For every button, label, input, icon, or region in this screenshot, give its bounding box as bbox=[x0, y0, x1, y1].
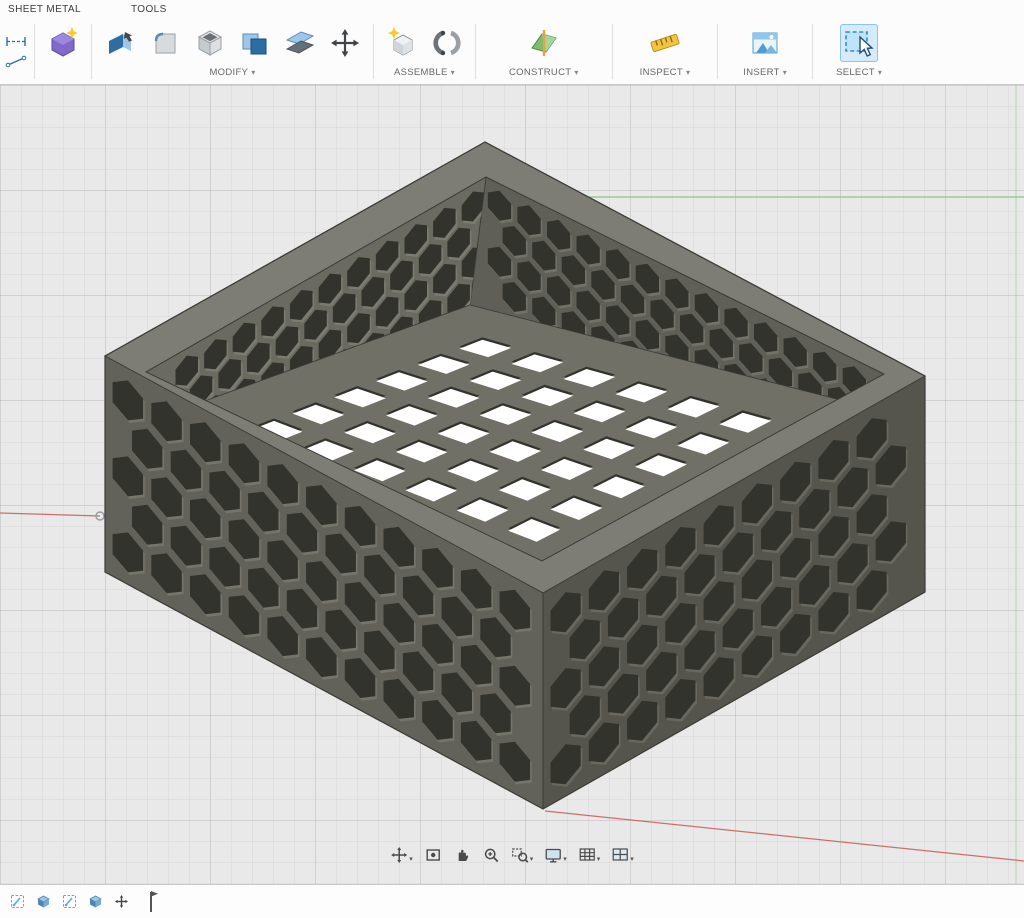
ribbon-divider bbox=[373, 24, 374, 79]
timeline-playhead[interactable] bbox=[146, 889, 160, 915]
extrude-feature-icon bbox=[88, 895, 102, 908]
look-at-button[interactable] bbox=[422, 844, 444, 866]
zoom-button[interactable] bbox=[480, 844, 502, 866]
display-settings-icon bbox=[545, 848, 561, 863]
dropdown-caret-icon bbox=[409, 849, 413, 864]
viewports-button[interactable] bbox=[609, 844, 636, 866]
joint-icon bbox=[433, 30, 461, 56]
playhead-marker-icon bbox=[150, 890, 158, 912]
ribbon-group-construct: CONSTRUCT bbox=[479, 19, 609, 84]
timeline-bar bbox=[0, 884, 1024, 918]
ribbon-divider bbox=[812, 24, 814, 79]
ribbon-tabs: SHEET METAL TOOLS bbox=[0, 0, 1024, 19]
ribbon-group-modify: MODIFY bbox=[95, 19, 370, 84]
pan-icon bbox=[458, 849, 468, 861]
flange-button[interactable] bbox=[44, 24, 82, 62]
joint-button[interactable] bbox=[428, 24, 466, 62]
timeline-sketch2-feature[interactable] bbox=[58, 891, 80, 913]
orbit-button[interactable] bbox=[388, 844, 415, 866]
insert-button[interactable] bbox=[746, 24, 784, 62]
model-3d[interactable] bbox=[0, 85, 1024, 884]
construction-plane-icon bbox=[531, 30, 557, 56]
move-feature-icon bbox=[114, 895, 128, 908]
combine-icon bbox=[242, 33, 267, 55]
select-cursor-icon bbox=[845, 31, 874, 57]
shell-button[interactable] bbox=[191, 24, 229, 62]
fillet-button[interactable] bbox=[146, 24, 184, 62]
look-at-icon bbox=[426, 849, 440, 861]
sketch-tool-button[interactable] bbox=[3, 54, 29, 70]
measure-icon bbox=[650, 33, 680, 53]
timeline-move-feature[interactable] bbox=[110, 891, 132, 913]
shell-icon bbox=[197, 30, 223, 56]
insert-image-icon bbox=[752, 32, 778, 54]
ribbon-group-quick bbox=[1, 19, 31, 84]
timeline-extrude2-feature[interactable] bbox=[84, 891, 106, 913]
dropdown-caret-icon bbox=[530, 849, 534, 864]
dropdown-caret-icon bbox=[563, 849, 567, 864]
ribbon-group-create bbox=[38, 19, 88, 84]
press-pull-icon bbox=[109, 32, 132, 54]
tab-tools[interactable]: TOOLS bbox=[131, 4, 167, 15]
press-pull-button[interactable] bbox=[101, 24, 139, 62]
sketch-feature-icon bbox=[62, 895, 76, 908]
viewport[interactable] bbox=[0, 85, 1024, 884]
grid-snaps-button[interactable] bbox=[576, 844, 603, 866]
move-icon bbox=[331, 29, 359, 57]
construction-plane-button[interactable] bbox=[525, 24, 563, 62]
zoom-icon bbox=[484, 848, 498, 863]
modify-menu[interactable]: MODIFY bbox=[209, 65, 255, 80]
view-navigation-bar bbox=[388, 844, 636, 866]
construct-menu[interactable]: CONSTRUCT bbox=[509, 65, 579, 80]
window-zoom-button[interactable] bbox=[509, 844, 536, 866]
ribbon-group-assemble: ASSEMBLE bbox=[377, 19, 472, 84]
ribbon-divider bbox=[34, 24, 35, 79]
sketch-line-icon bbox=[5, 55, 27, 68]
orbit-icon bbox=[391, 847, 408, 863]
ribbon-divider bbox=[475, 24, 476, 79]
timeline-extrude1-feature[interactable] bbox=[32, 891, 54, 913]
tab-sheet-metal[interactable]: SHEET METAL bbox=[8, 4, 81, 15]
ribbon-group-select: SELECT bbox=[816, 19, 902, 84]
combine-button[interactable] bbox=[236, 24, 274, 62]
ribbon-divider bbox=[91, 24, 92, 79]
window-zoom-icon bbox=[511, 848, 528, 863]
top-toolbar: SHEET METAL TOOLS MODIFY ▾ ASSEMBLE ▾ CO… bbox=[0, 0, 1024, 85]
display-settings-button[interactable] bbox=[542, 844, 569, 866]
ribbon-group-insert: INSERT bbox=[721, 19, 809, 84]
dimension-icon bbox=[6, 37, 26, 46]
select-menu[interactable]: SELECT bbox=[836, 65, 882, 80]
viewports-icon bbox=[612, 848, 628, 861]
flange-icon bbox=[51, 27, 78, 57]
new-component-icon bbox=[388, 27, 413, 56]
dimension-tool-button[interactable] bbox=[3, 34, 29, 50]
ribbon-divider bbox=[611, 24, 613, 79]
fillet-icon bbox=[154, 32, 176, 54]
sketch-feature-icon bbox=[10, 895, 24, 908]
dropdown-caret-icon bbox=[630, 849, 634, 864]
timeline-sketch1-feature[interactable] bbox=[6, 891, 28, 913]
fusion-app: SHEET METAL TOOLS MODIFY ▾ ASSEMBLE ▾ CO… bbox=[0, 0, 1024, 918]
offset-icon bbox=[285, 31, 315, 54]
inspect-menu[interactable]: INSPECT bbox=[640, 65, 691, 80]
select-button[interactable] bbox=[840, 24, 879, 62]
dropdown-caret-icon bbox=[597, 849, 601, 864]
pan-button[interactable] bbox=[451, 844, 473, 866]
ribbon-divider bbox=[717, 24, 719, 79]
ribbon: MODIFY ▾ ASSEMBLE ▾ CONSTRUCT ▾ INSPECT … bbox=[0, 19, 1024, 84]
insert-menu[interactable]: INSERT bbox=[743, 65, 787, 80]
grid-snaps-icon bbox=[579, 848, 595, 861]
extrude-feature-icon bbox=[36, 895, 50, 908]
new-component-button[interactable] bbox=[383, 24, 421, 62]
measure-button[interactable] bbox=[646, 24, 684, 62]
offset-button[interactable] bbox=[281, 24, 319, 62]
move-button[interactable] bbox=[326, 24, 364, 62]
ribbon-group-inspect: INSPECT bbox=[616, 19, 715, 84]
assemble-menu[interactable]: ASSEMBLE bbox=[394, 65, 455, 80]
